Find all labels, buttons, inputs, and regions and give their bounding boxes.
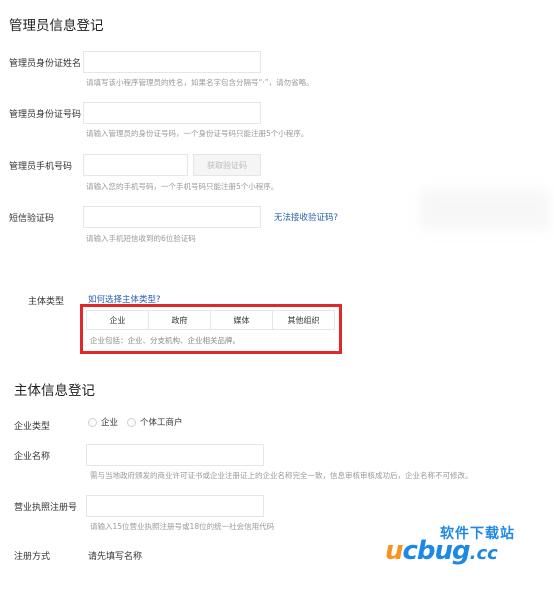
admin-name-help: 请填写该小程序管理员的姓名，如果名字包含分隔号“·”，请勿省略。: [86, 78, 314, 87]
radio-individual[interactable]: 个体工商户: [127, 416, 183, 428]
sms-code-input[interactable]: [83, 206, 261, 228]
subject-type-desc: 企业包括：企业、分支机构、企业相关品牌。: [90, 336, 240, 345]
company-name-input[interactable]: [86, 444, 264, 466]
subject-type-label: 主体类型: [28, 297, 65, 307]
get-code-button[interactable]: 获取验证码: [193, 154, 261, 176]
radio-enterprise[interactable]: 企业: [88, 416, 118, 428]
license-input[interactable]: [86, 495, 264, 517]
admin-id-input[interactable]: [83, 102, 261, 124]
subject-type-option-government[interactable]: 政府: [149, 311, 211, 329]
watermark-cbug: cbug: [402, 536, 471, 566]
cannot-receive-code-link[interactable]: 无法接收验证码?: [274, 211, 338, 223]
admin-phone-help: 请输入您的手机号码，一个手机号码只能注册5个小程序。: [86, 182, 279, 191]
company-name-label: 企业名称: [14, 452, 51, 462]
admin-phone-input[interactable]: [83, 154, 188, 176]
register-method-value: 请先填写名称: [88, 552, 143, 562]
license-help: 请输入15位营业执照注册号或18位的统一社会信用代码: [90, 522, 275, 531]
register-method-label: 注册方式: [14, 552, 51, 562]
company-name-help: 需与当地政府颁发的商业许可证书或企业注册证上的企业名称完全一致，信息审核审核成功…: [90, 471, 473, 480]
subject-type-option-enterprise[interactable]: 企业: [87, 311, 149, 329]
admin-section-title: 管理员信息登记: [9, 18, 104, 34]
watermark-u: u: [385, 536, 403, 566]
license-label: 营业执照注册号: [14, 503, 78, 513]
radio-enterprise-circle[interactable]: [88, 417, 97, 427]
subject-type-option-media[interactable]: 媒体: [211, 311, 273, 329]
radio-individual-circle[interactable]: [127, 417, 136, 427]
admin-id-help: 请输入管理员的身份证号码，一个身份证号码只能注册5个小程序。: [86, 129, 309, 138]
admin-phone-label: 管理员手机号码: [9, 162, 73, 172]
radio-individual-label: 个体工商户: [140, 418, 183, 428]
admin-name-label: 管理员身份证姓名: [9, 59, 82, 69]
radio-enterprise-label: 企业: [101, 418, 119, 428]
watermark-logo: ucbug.cc: [385, 536, 498, 566]
sms-code-help: 请输入手机短信收到的6位验证码: [86, 234, 196, 243]
admin-id-label: 管理员身份证号码: [9, 110, 82, 120]
watermark-cc: .cc: [469, 543, 498, 564]
admin-name-input[interactable]: [83, 51, 261, 73]
subject-type-segmented-control: 企业 政府 媒体 其他组织: [86, 310, 335, 330]
subject-type-option-other[interactable]: 其他组织: [273, 311, 334, 329]
subject-info-title: 主体信息登记: [14, 383, 95, 399]
blurred-region: [420, 190, 550, 230]
sms-code-label: 短信验证码: [9, 214, 55, 224]
enterprise-type-label: 企业类型: [14, 422, 51, 432]
